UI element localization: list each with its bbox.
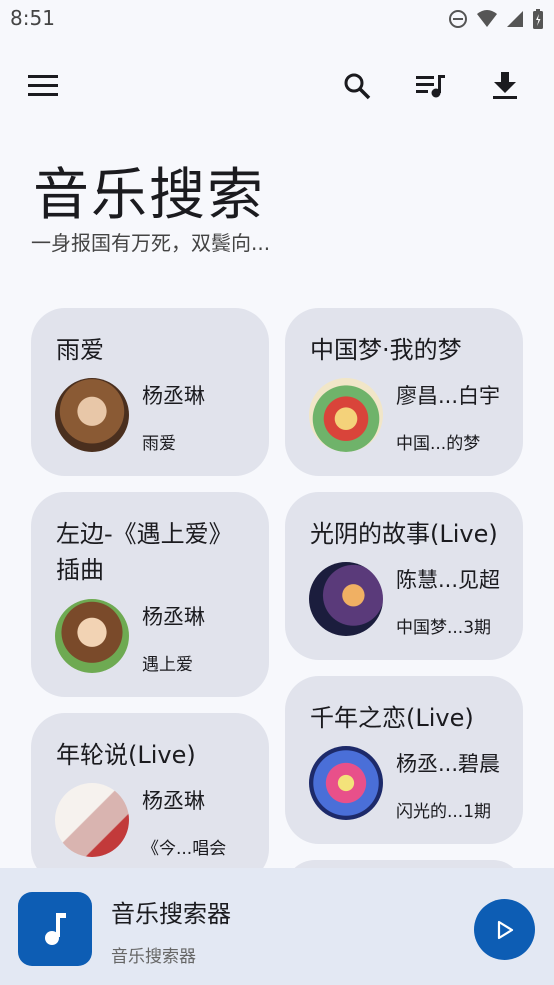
song-artist: 杨丞琳 [142,789,205,813]
download-button[interactable] [485,66,525,106]
song-card[interactable]: 左边-《遇上爱》 插曲 杨丞琳 遇上爱 [31,492,269,697]
song-album: 《今...唱会 [142,839,227,859]
page-subtitle: 一身报国有万死，双鬓向... [31,231,271,255]
status-bar: 8:51 [0,0,554,40]
album-cover [309,746,383,820]
song-artist: 陈慧...见超 [396,568,501,592]
song-title: 光阴的故事(Live) [310,520,498,548]
song-title-line-2: 插曲 [56,556,104,584]
wifi-icon [477,10,497,27]
mini-player[interactable]: 音乐搜索器 音乐搜索器 [0,868,554,985]
song-title: 年轮说(Live) [56,741,196,769]
song-artist: 杨丞琳 [142,384,205,408]
page-title: 音乐搜索 [33,163,265,228]
song-artist: 杨丞琳 [142,605,205,629]
play-button[interactable] [474,899,535,960]
song-artist: 杨丞...碧晨 [396,752,501,776]
status-time: 8:51 [10,6,55,30]
song-card[interactable]: 中国梦·我的梦 廖昌...白宇 中国...的梦 [285,308,523,476]
song-card[interactable]: 千年之恋(Live) 杨丞...碧晨 闪光的...1期 [285,676,523,844]
search-button[interactable] [337,66,377,106]
album-cover [55,599,129,673]
song-title: 雨爱 [56,336,104,364]
cell-signal-icon [507,11,523,27]
app-bar [0,60,554,112]
menu-button[interactable] [23,66,63,106]
song-title-line-1: 左边-《遇上爱》 [56,520,233,548]
song-card[interactable]: 年轮说(Live) 杨丞琳 《今...唱会 [31,713,269,883]
playlist-button[interactable] [411,66,451,106]
play-icon [497,920,513,939]
song-title: 中国梦·我的梦 [310,336,462,364]
music-note-icon [45,913,66,945]
song-album: 中国梦...3期 [396,618,492,638]
search-icon [344,73,371,100]
song-title: 千年之恋(Live) [310,704,474,732]
battery-icon [533,9,543,29]
song-card[interactable]: 雨爱 杨丞琳 雨爱 [31,308,269,476]
album-cover [55,783,129,857]
player-cover [18,892,92,966]
album-cover [309,378,383,452]
song-artist: 廖昌...白宇 [396,384,501,408]
album-cover [55,378,129,452]
song-album: 中国...的梦 [396,434,481,454]
status-icons [448,8,544,30]
download-icon [493,72,517,99]
do-not-disturb-icon [449,10,467,28]
album-cover [309,562,383,636]
song-card[interactable]: 光阴的故事(Live) 陈慧...见超 中国梦...3期 [285,492,523,660]
player-title: 音乐搜索器 [111,900,231,928]
queue-music-icon [416,75,445,98]
player-subtitle: 音乐搜索器 [111,947,196,967]
menu-icon [28,75,58,96]
song-album: 闪光的...1期 [396,802,492,822]
song-album: 遇上爱 [142,655,193,675]
song-album: 雨爱 [142,434,176,454]
